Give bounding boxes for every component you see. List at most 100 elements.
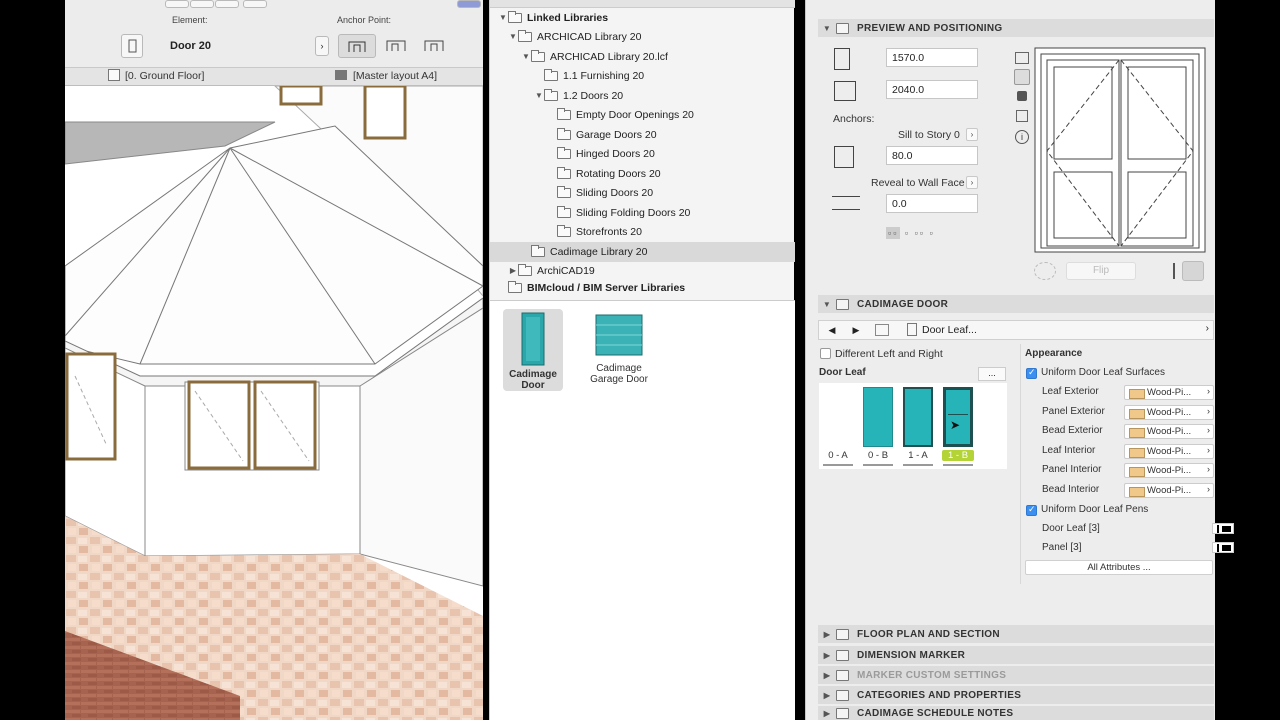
leaf-option-0b[interactable] xyxy=(863,387,893,447)
prev-page-icon[interactable]: ◀ xyxy=(823,323,841,337)
toolbar-button[interactable] xyxy=(190,0,214,8)
anchor-right-button[interactable] xyxy=(421,34,449,58)
tab-master-layout[interactable]: [Master layout A4] xyxy=(353,70,437,82)
door-settings-panel: ▼ PREVIEW AND POSITIONING 1570.0 2040.0 A… xyxy=(805,0,1234,720)
3d-view-icon[interactable] xyxy=(1015,52,1029,64)
door-icon[interactable] xyxy=(121,34,143,58)
toolbar-button[interactable] xyxy=(243,0,267,8)
anchors-label: Anchors: xyxy=(833,113,875,125)
pen-select[interactable] xyxy=(1212,542,1234,553)
section-dimension-marker[interactable]: ▶ DIMENSION MARKER xyxy=(818,646,1214,664)
section-categories[interactable]: ▶ CATEGORIES AND PROPERTIES xyxy=(818,686,1214,704)
cube-icon[interactable] xyxy=(1017,91,1027,101)
tree-item-linked-libraries[interactable]: ▼ Linked Libraries xyxy=(490,8,795,28)
folder-icon xyxy=(544,88,558,101)
anchor-left-button[interactable] xyxy=(338,34,376,58)
info-icon[interactable]: i xyxy=(1015,130,1029,144)
marker-icon xyxy=(836,669,849,681)
opening-side-buttons[interactable]: ▫▫ ▫ ▫▫ ▫ xyxy=(886,227,958,244)
section-cadimage-door[interactable]: ▼ CADIMAGE DOOR xyxy=(818,295,1214,313)
tree-item-archicad19[interactable]: ▶ ArchiCAD19 xyxy=(490,261,795,281)
reveal-label: Reveal to Wall Face xyxy=(871,177,965,189)
tree-item-furnishing[interactable]: 1.1 Furnishing 20 xyxy=(490,66,795,86)
tree-item-rotating-doors[interactable]: Rotating Doors 20 xyxy=(490,164,795,184)
section-marker-custom[interactable]: ▶ MARKER CUSTOM SETTINGS xyxy=(818,666,1214,684)
tree-item-garage-doors[interactable]: Garage Doors 20 xyxy=(490,125,795,145)
surface-select[interactable]: Wood-Pi... › xyxy=(1124,405,1214,420)
anchor-center-button[interactable] xyxy=(383,34,411,58)
library-item-cadimage-garage-door[interactable]: Cadimage Garage Door xyxy=(588,314,650,385)
width-field[interactable]: 1570.0 xyxy=(886,48,978,67)
hinge-left-icon[interactable] xyxy=(1161,263,1175,279)
uniform-pens-checkbox[interactable] xyxy=(1026,504,1037,516)
different-lr-checkbox[interactable] xyxy=(820,348,831,359)
library-item-cadimage-door[interactable]: Cadimage Door xyxy=(503,309,563,391)
page-list-icon[interactable] xyxy=(875,324,889,336)
elevation-view-icon[interactable] xyxy=(1014,69,1030,85)
tree-item-cadimage-library[interactable]: Cadimage Library 20 xyxy=(490,242,795,262)
tree-item-empty-door[interactable]: Empty Door Openings 20 xyxy=(490,105,795,125)
hinge-right-icon[interactable] xyxy=(1182,261,1204,281)
folder-icon xyxy=(544,68,558,81)
section-view-icon[interactable] xyxy=(1016,110,1028,122)
all-attributes-button[interactable]: All Attributes ... xyxy=(1025,560,1213,575)
leaf-label-1a: 1 - A xyxy=(908,450,928,461)
folder-icon xyxy=(557,224,571,237)
door-leaf-picker: ➤ 0 - A 0 - B 1 - A 1 - B xyxy=(819,383,1007,469)
3d-viewport[interactable]: Element: Anchor Point: Door 20 › [0. Gro… xyxy=(65,0,483,720)
different-lr-label: Different Left and Right xyxy=(835,348,943,360)
sill-label: Sill to Story 0 xyxy=(898,129,960,141)
flip-button[interactable]: Flip xyxy=(1066,262,1136,280)
divider xyxy=(1020,344,1021,584)
leaf-underline xyxy=(863,464,893,466)
surface-row: Bead Interior Wood-Pi... › xyxy=(1026,481,1216,500)
tree-item-storefronts[interactable]: Storefronts 20 xyxy=(490,222,795,242)
surface-select[interactable]: Wood-Pi... › xyxy=(1124,463,1214,478)
garage-door-thumbnail-icon xyxy=(595,314,643,356)
view-tab-bar: [0. Ground Floor] [Master layout A4] xyxy=(65,68,483,86)
surface-select[interactable]: Wood-Pi... › xyxy=(1124,483,1214,498)
leaf-label-1b: 1 - B xyxy=(942,450,974,461)
cursor-icon: ➤ xyxy=(950,418,961,432)
toolbar-button[interactable] xyxy=(457,0,481,8)
page-select[interactable]: Door Leaf... xyxy=(922,324,977,336)
next-page-icon[interactable]: ▶ xyxy=(847,323,865,337)
uniform-surfaces-checkbox[interactable] xyxy=(1026,367,1037,379)
tree-item-hinged-doors[interactable]: Hinged Doors 20 xyxy=(490,144,795,164)
toolbar-button[interactable] xyxy=(215,0,239,8)
reveal-field[interactable]: 0.0 xyxy=(886,194,978,213)
tree-item-doors[interactable]: ▼ 1.2 Doors 20 xyxy=(490,86,795,106)
door-section-icon xyxy=(836,298,849,310)
surface-select[interactable]: Wood-Pi... › xyxy=(1124,444,1214,459)
page-navigator: ◀ ▶ Door Leaf... › xyxy=(818,320,1214,340)
tree-item-archicad-library[interactable]: ▼ ARCHICAD Library 20 xyxy=(490,27,795,47)
tree-item-bimcloud[interactable]: BIMcloud / BIM Server Libraries xyxy=(490,281,795,295)
surface-select[interactable]: Wood-Pi... › xyxy=(1124,385,1214,400)
section-floor-plan[interactable]: ▶ FLOOR PLAN AND SECTION xyxy=(818,625,1214,643)
chevron-right-icon[interactable]: › xyxy=(315,36,329,56)
surface-select[interactable]: Wood-Pi... › xyxy=(1124,424,1214,439)
folder-icon xyxy=(557,107,571,120)
height-field[interactable]: 2040.0 xyxy=(886,80,978,99)
surface-row: Leaf Exterior Wood-Pi... › xyxy=(1026,383,1216,402)
info-box-toolbar: Element: Anchor Point: Door 20 › xyxy=(65,0,483,68)
page-select-chevron-icon[interactable]: › xyxy=(1206,323,1209,334)
leaf-option-1b[interactable] xyxy=(943,387,973,447)
reveal-chevron-icon[interactable]: › xyxy=(966,176,978,189)
preview-icon xyxy=(836,22,849,34)
section-schedule-notes[interactable]: ▶ CADIMAGE SCHEDULE NOTES xyxy=(818,706,1214,720)
swing-icon[interactable] xyxy=(1034,262,1056,280)
sill-chevron-icon[interactable]: › xyxy=(966,128,978,141)
section-preview-positioning[interactable]: ▼ PREVIEW AND POSITIONING xyxy=(818,19,1214,37)
tree-item-sliding-doors[interactable]: Sliding Doors 20 xyxy=(490,183,795,203)
pen-select[interactable] xyxy=(1212,523,1234,534)
element-label: Element: xyxy=(172,15,208,25)
surface-row: Panel Interior Wood-Pi... › xyxy=(1026,461,1216,480)
tab-ground-floor[interactable]: [0. Ground Floor] xyxy=(125,70,204,82)
sill-field[interactable]: 80.0 xyxy=(886,146,978,165)
toolbar-button[interactable] xyxy=(165,0,189,8)
tree-item-sliding-folding[interactable]: Sliding Folding Doors 20 xyxy=(490,203,795,223)
leaf-option-1a[interactable] xyxy=(903,387,933,447)
more-button[interactable]: ... xyxy=(978,367,1006,381)
tree-item-lcf[interactable]: ▼ ARCHICAD Library 20.lcf xyxy=(490,47,795,67)
